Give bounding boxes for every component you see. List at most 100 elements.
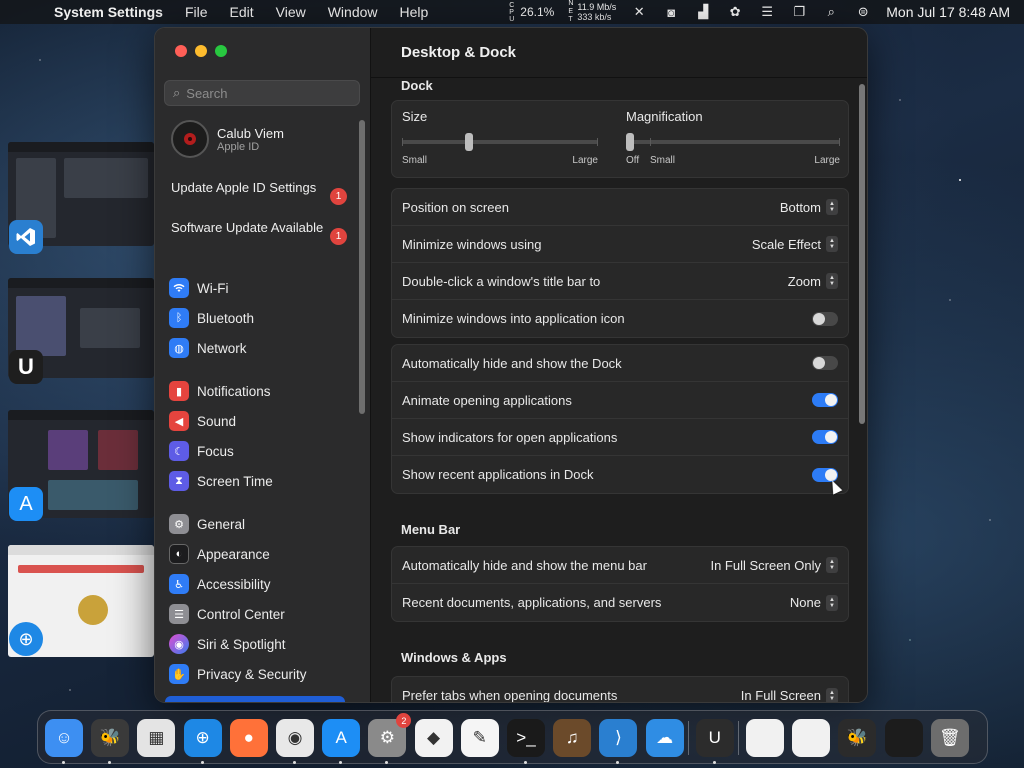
sidebar-item-control-center[interactable]: ☰ Control Center <box>169 599 359 629</box>
search-field[interactable]: ⌕ Search <box>164 80 360 106</box>
sidebar-item-label: Screen Time <box>197 473 273 489</box>
sidebar: ⌕ Search Calub Viem Apple ID Update Appl… <box>155 28 371 702</box>
size-slider[interactable]: Size Small Large <box>402 109 598 169</box>
sidebar-item-appearance[interactable]: ◐ Appearance <box>169 539 359 569</box>
tools-icon[interactable]: ✕ <box>630 4 648 20</box>
dock-app-minimized-window-1[interactable] <box>746 719 784 757</box>
sidebar-item-general[interactable]: ⚙ General <box>169 509 359 539</box>
dock-app-finder[interactable]: ☺ <box>45 719 83 757</box>
thumbnail-titlebar <box>8 278 154 288</box>
dock-app-launchpad[interactable]: ▦ <box>137 719 176 757</box>
dock-app-instruments[interactable]: ♫ <box>553 719 592 757</box>
windows-icon[interactable]: ❐ <box>790 4 808 20</box>
dock-sliders-group: Size Small Large Magnification Off Small… <box>391 100 849 178</box>
setting-row-minimize-into-icon: Minimize windows into application icon <box>392 300 848 337</box>
show-indicators-toggle[interactable] <box>812 430 838 444</box>
safari-icon: ⊕ <box>9 622 43 656</box>
popup-value: Bottom <box>779 199 821 215</box>
apple-id-account[interactable]: Calub Viem Apple ID <box>171 120 284 158</box>
notice-software-update[interactable]: Software Update Available 1 <box>171 220 347 245</box>
dock-app-minimized-window-3[interactable]: 🐝 <box>838 719 877 757</box>
spotlight-search-icon[interactable]: ⌕ <box>822 4 840 20</box>
menu-clock[interactable]: Mon Jul 17 8:48 AM <box>886 4 1010 20</box>
sidebar-item-bluetooth[interactable]: ᛒ Bluetooth <box>169 303 359 333</box>
menu-help[interactable]: Help <box>400 4 429 20</box>
sidebar-item-privacy-security[interactable]: ✋ Privacy & Security <box>169 659 359 689</box>
bee-icon[interactable]: ✿ <box>726 4 744 20</box>
dock-app-utm[interactable]: U <box>695 719 734 757</box>
zoom-button[interactable] <box>215 45 227 57</box>
content-scrollbar[interactable] <box>859 84 865 424</box>
double-click-popup[interactable]: Zoom ▲ ▼ <box>788 273 838 289</box>
dock-app-firefox[interactable]: ● <box>229 719 268 757</box>
close-button[interactable] <box>175 45 187 57</box>
menu-app-name[interactable]: System Settings <box>54 4 163 20</box>
dock-app-app-store[interactable]: A <box>322 719 361 757</box>
dock-app-minimized-window-2[interactable] <box>792 719 831 757</box>
minimize-into-icon-toggle[interactable] <box>812 311 838 326</box>
toggle-knob <box>813 312 825 325</box>
thumbnail-content <box>78 595 108 625</box>
dock-app-weather[interactable]: ☁ <box>645 719 684 757</box>
sidebar-item-accessibility[interactable]: ♿ Accessibility <box>169 569 359 599</box>
minimize-button[interactable] <box>195 45 207 57</box>
popup-chevron-icon: ▲ ▼ <box>826 199 838 215</box>
stack-icon[interactable]: ▟ <box>694 4 712 20</box>
network-monitor[interactable]: N E T 11.9 Mb/s 333 kb/s <box>568 0 616 24</box>
sidebar-item-network[interactable]: ◍ Network <box>169 333 359 363</box>
autohide-menu-bar-popup[interactable]: In Full Screen Only ▲ ▼ <box>710 557 838 573</box>
magnification-slider-knob[interactable] <box>626 133 634 151</box>
prefer-tabs-popup[interactable]: In Full Screen ▲ ▼ <box>741 687 838 702</box>
dock-app-visual-studio[interactable]: ◆ <box>414 719 453 757</box>
setting-label: Recent documents, applications, and serv… <box>402 595 662 610</box>
recent-documents-popup[interactable]: None ▲ ▼ <box>790 594 838 611</box>
sidebar-icon[interactable]: ☰ <box>758 4 776 20</box>
dock-app-minimized-window-4[interactable] <box>884 719 923 757</box>
menu-window[interactable]: Window <box>328 4 378 20</box>
sidebar-item-focus[interactable]: ☾ Focus <box>169 436 359 466</box>
menu-file[interactable]: File <box>185 4 208 20</box>
user-sub: Apple ID <box>217 140 260 153</box>
sidebar-item-screen-time[interactable]: ⧗ Screen Time <box>169 466 359 496</box>
magnification-slider[interactable]: Magnification Off Small Large <box>626 109 840 169</box>
cpu-monitor[interactable]: C P U 26.1% <box>509 2 554 23</box>
sidebar-item-wifi[interactable]: Wi-Fi <box>169 273 359 303</box>
sidebar-list: Wi-Fi ᛒ Bluetooth ◍ Network ▮ Notificati… <box>169 273 359 689</box>
dock-app-terminal[interactable]: >_ <box>507 719 545 757</box>
sidebar-item-label: Network <box>197 340 247 356</box>
dock-app-bee-app[interactable]: 🐝 <box>91 719 130 757</box>
dock-running-indicator <box>524 761 527 764</box>
size-slider-knob[interactable] <box>465 133 474 151</box>
minimize-effect-popup[interactable]: Scale Effect ▲ ▼ <box>752 236 838 252</box>
dock-app-trash[interactable]: 🗑 <box>930 719 969 757</box>
dock-app-vscode[interactable]: ⟩ <box>599 719 638 757</box>
sidebar-item-siri-spotlight[interactable]: ◉ Siri & Spotlight <box>169 629 359 659</box>
wifi-icon <box>169 278 189 298</box>
net-up: 11.9 Mb/s <box>577 2 617 12</box>
sidebar-item-selected-desktop-dock[interactable] <box>165 696 345 702</box>
sidebar-item-label: Notifications <box>197 383 271 399</box>
dock-app-safari[interactable]: ⊕ <box>183 719 222 757</box>
sidebar-scrollbar[interactable] <box>359 120 365 414</box>
dock-app-textedit[interactable]: ✎ <box>460 719 499 757</box>
size-slider-track[interactable] <box>402 140 598 144</box>
notice-update-apple-id[interactable]: Update Apple ID Settings 1 <box>171 180 347 205</box>
thumbnail-content <box>98 430 138 470</box>
menu-edit[interactable]: Edit <box>230 4 254 20</box>
toggle-knob <box>825 431 837 443</box>
autohide-dock-toggle[interactable] <box>812 356 838 370</box>
popup-chevron-icon: ▲ ▼ <box>826 687 838 702</box>
setting-row-animate-opening: Animate opening applications <box>392 382 848 419</box>
menu-view[interactable]: View <box>276 4 306 20</box>
setting-label: Show recent applications in Dock <box>402 467 594 482</box>
control-center-icon[interactable]: ⊜ <box>854 4 872 20</box>
sidebar-item-notifications[interactable]: ▮ Notifications <box>169 376 359 406</box>
dock-app-chrome[interactable]: ◉ <box>276 719 314 757</box>
magnification-slider-track[interactable] <box>626 140 840 144</box>
thumbnail-content <box>16 296 66 356</box>
position-popup[interactable]: Bottom ▲ ▼ <box>780 199 838 215</box>
windows-apps-group: Prefer tabs when opening documents In Fu… <box>391 676 849 702</box>
sidebar-item-sound[interactable]: ◀ Sound <box>169 406 359 436</box>
screen-capture-icon[interactable]: ◙ <box>662 4 680 20</box>
animate-opening-toggle[interactable] <box>812 393 838 407</box>
